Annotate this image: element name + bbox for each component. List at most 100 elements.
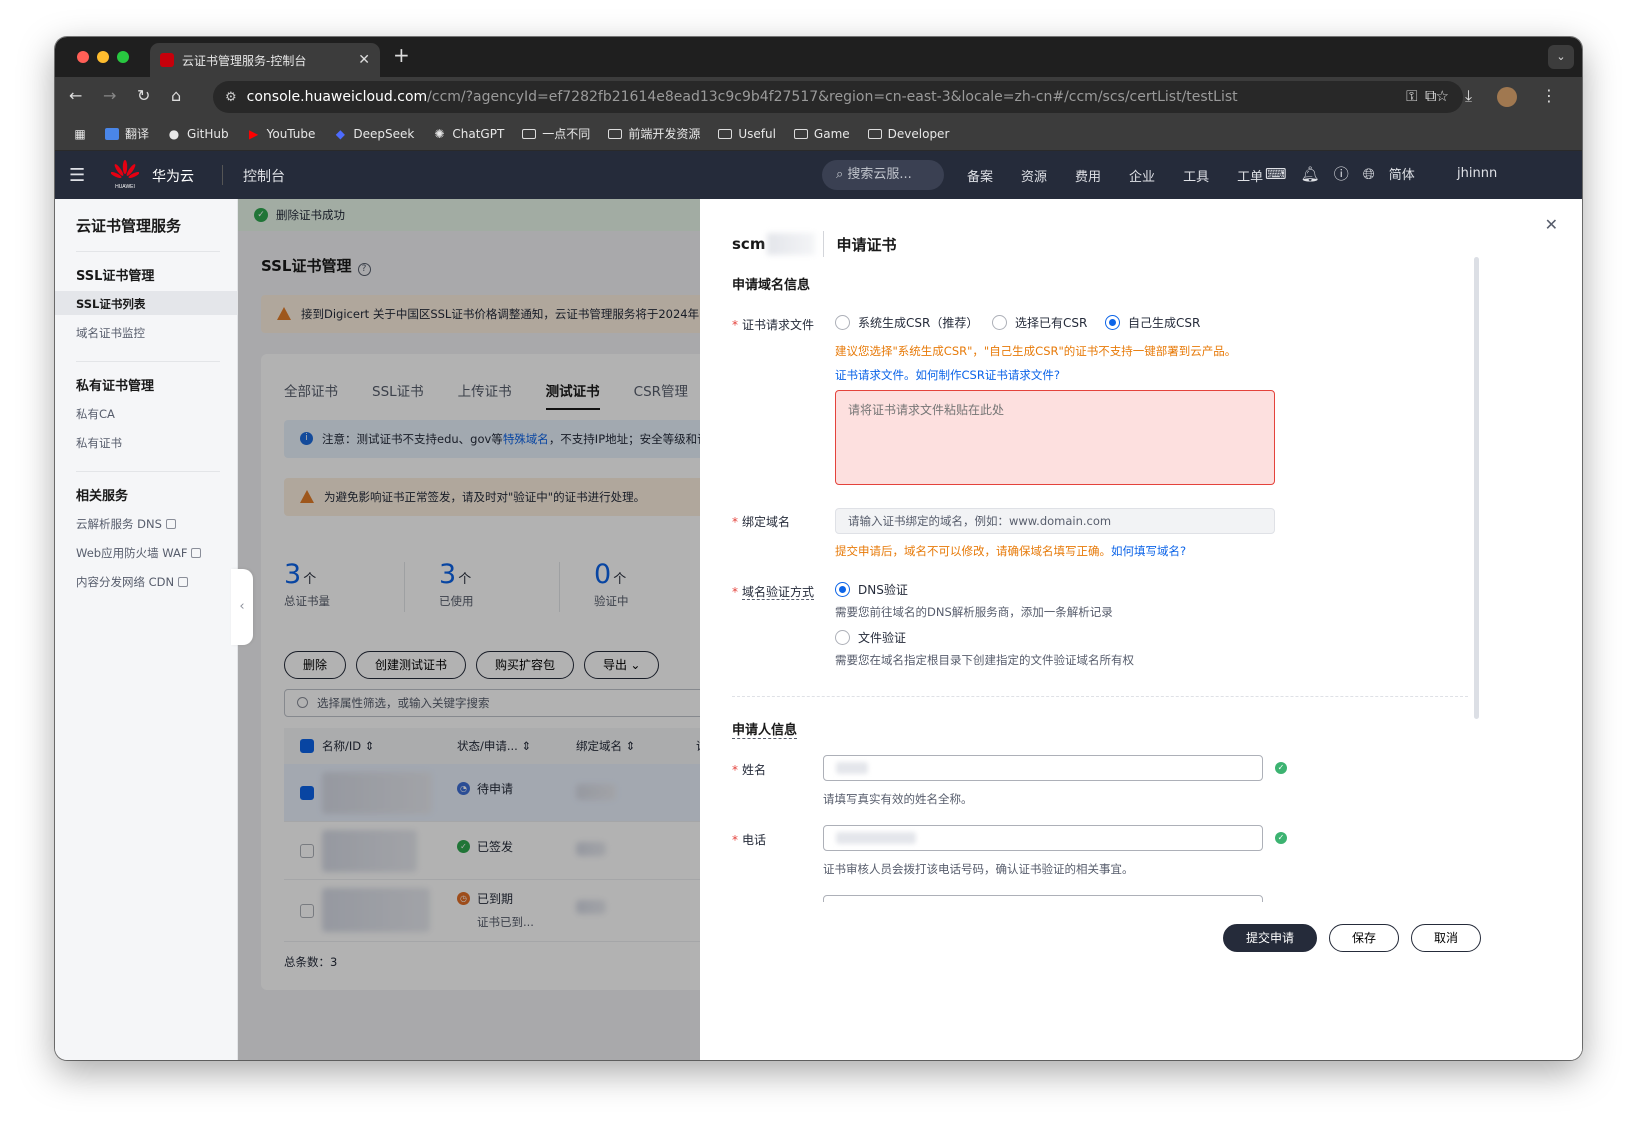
sidebar-item-domain-monitor[interactable]: 域名证书监控 (76, 325, 145, 341)
bookmark-folder[interactable]: Game (793, 127, 850, 141)
sidebar-item-ssl-list[interactable]: SSL证书列表 (76, 296, 145, 312)
bell-icon[interactable]: 🔔︎ (1301, 165, 1320, 183)
valid-check-icon: ✓ (1275, 762, 1287, 774)
bookmark-folder[interactable]: Useful (718, 127, 776, 141)
csr-label: * 证书请求文件 (732, 318, 815, 332)
save-button[interactable]: 保存 (1329, 924, 1399, 952)
menu-icon[interactable]: ☰ (69, 165, 85, 186)
console-link[interactable]: 控制台 (243, 166, 285, 186)
phone-input[interactable] (823, 825, 1263, 851)
bookmark-chatgpt[interactable]: ✺ ChatGPT (432, 127, 504, 141)
window-controls (77, 51, 129, 63)
radio-own-csr[interactable]: 自己生成CSR (1105, 314, 1200, 331)
sidebar-item-private-cert[interactable]: 私有证书 (76, 435, 122, 451)
browser-menu-icon[interactable]: ⋮ (1541, 86, 1557, 105)
sidebar-item-waf[interactable]: Web应用防火墙 WAF (76, 545, 202, 561)
sidebar-group-private[interactable]: 私有证书管理 (76, 375, 154, 394)
blurred-cert-name (767, 233, 816, 255)
file-verify-hint: 需要您在域名指定根目录下创建指定的文件验证域名所有权 (835, 653, 1134, 667)
nav-tools[interactable]: 工具 (1183, 166, 1209, 185)
site-settings-icon[interactable]: ⚙ (225, 90, 237, 105)
key-icon[interactable]: ⚿ (1406, 87, 1417, 105)
sidebar-title: 云证书管理服务 (76, 217, 182, 235)
drawer-footer: 提交申请 保存 取消 (700, 902, 1582, 1060)
radio-system-csr[interactable]: 系统生成CSR（推荐） (835, 314, 978, 331)
nav-filing[interactable]: 备案 (967, 166, 993, 185)
phone-label: * 电话 (732, 833, 767, 847)
new-tab-icon[interactable]: + (393, 43, 410, 67)
sidebar-collapse-handle[interactable]: ‹ (231, 569, 253, 645)
folder-icon (522, 128, 537, 139)
apps-icon[interactable]: ▦ (73, 128, 87, 140)
section-applicant-info: 申请人信息 (732, 723, 798, 739)
browser-toolbar: ← → ↻ ⌂ ⚙ console.huaweicloud.com /ccm/?… (55, 77, 1582, 117)
tab-search-icon[interactable]: ⌄ (1548, 45, 1574, 69)
bookmark-star-icon[interactable]: ☆ (1436, 87, 1449, 105)
bookmark-translate[interactable]: 翻译 (105, 125, 149, 142)
radio-file-verify[interactable]: 文件验证 (835, 629, 906, 646)
logo-text: HUAWEI (115, 184, 135, 190)
domain-help-link[interactable]: 如何填写域名? (1111, 544, 1186, 558)
url-path: /ccm/?agencyId=ef7282fb21614e8ead13c9c9b… (427, 89, 1238, 105)
cancel-button[interactable]: 取消 (1411, 924, 1481, 952)
nav-resources[interactable]: 资源 (1021, 166, 1047, 185)
extensions-icon[interactable]: ⧉ (1425, 86, 1436, 106)
csr-textarea[interactable] (835, 390, 1275, 485)
language-switch[interactable]: 简体 (1389, 164, 1415, 183)
forward-icon[interactable]: → (103, 86, 116, 105)
blurred-value (836, 762, 868, 774)
address-bar[interactable]: ⚙ console.huaweicloud.com /ccm/?agencyId… (213, 81, 1463, 113)
minimize-window-button[interactable] (97, 51, 109, 63)
name-label: * 姓名 (732, 763, 767, 777)
bookmark-folder[interactable]: Developer (867, 127, 949, 141)
github-icon: ● (168, 126, 180, 141)
back-icon[interactable]: ← (69, 86, 82, 105)
drawer-scrollbar[interactable] (1474, 257, 1479, 719)
radio-existing-csr[interactable]: 选择已有CSR (992, 314, 1087, 331)
verify-label: * 域名验证方式 (732, 585, 815, 600)
zoom-window-button[interactable] (117, 51, 129, 63)
sidebar-item-cdn[interactable]: 内容分发网络 CDN (76, 574, 189, 590)
header-search[interactable]: ⌕ 搜索云服... (822, 160, 944, 190)
youtube-icon: ▶ (248, 126, 259, 141)
bookmark-github[interactable]: ● GitHub (167, 127, 229, 141)
help-icon[interactable]: ⓘ (1334, 163, 1349, 184)
sidebar-group-ssl[interactable]: SSL证书管理 (76, 265, 154, 284)
csr-warning: 建议您选择"系统生成CSR"，"自己生成CSR"的证书不支持一键部署到云产品。 (835, 344, 1237, 358)
close-window-button[interactable] (77, 51, 89, 63)
sidebar-group-related[interactable]: 相关服务 (76, 485, 128, 504)
user-name[interactable]: jhinnn (1457, 166, 1497, 181)
sidebar-item-dns[interactable]: 云解析服务 DNS (76, 516, 176, 532)
bookmarks-bar: ▦ 翻译 ● GitHub ▶ YouTube ◆ DeepSeek ✺ ChatGPT… (55, 117, 1582, 151)
bookmark-deepseek[interactable]: ◆ DeepSeek (333, 127, 415, 141)
globe-icon[interactable]: 🌐︎ (1363, 165, 1375, 183)
download-icon[interactable]: ⤓ (1465, 86, 1472, 106)
browser-window: 云证书管理服务-控制台 ✕ + ⌄ ← → ↻ ⌂ ⚙ console.huaw… (55, 37, 1582, 1060)
profile-avatar[interactable] (1497, 87, 1517, 107)
csr-help-link[interactable]: 证书请求文件。如何制作CSR证书请求文件? (835, 367, 1060, 383)
radio-dns-verify[interactable]: DNS验证 (835, 581, 908, 598)
reload-icon[interactable]: ↻ (137, 86, 150, 105)
sidebar-item-private-ca[interactable]: 私有CA (76, 406, 115, 422)
drawer-title: scm 申请证书 (732, 231, 896, 257)
submit-button[interactable]: 提交申请 (1223, 924, 1317, 952)
apply-cert-drawer: ✕ scm 申请证书 申请域名信息 * 证书请求文件 系统生成CSR（推荐） 选择已… (700, 199, 1582, 1060)
tab-bar: 云证书管理服务-控制台 ✕ + ⌄ (55, 37, 1582, 77)
nav-billing[interactable]: 费用 (1075, 166, 1101, 185)
domain-input[interactable]: 请输入证书绑定的域名，例如：www.domain.com (835, 508, 1275, 534)
home-icon[interactable]: ⌂ (171, 86, 181, 105)
bookmark-folder[interactable]: 一点不同 (522, 125, 590, 142)
name-hint: 请填写真实有效的姓名全称。 (823, 792, 973, 806)
huawei-logo-icon[interactable]: HUAWEI (111, 160, 139, 190)
close-icon[interactable]: ✕ (1545, 215, 1558, 234)
tab-close-icon[interactable]: ✕ (358, 52, 370, 68)
nav-tickets[interactable]: 工单 (1237, 166, 1263, 185)
name-input[interactable] (823, 755, 1263, 781)
bookmark-folder[interactable]: 前端开发资源 (608, 125, 700, 142)
browser-tab[interactable]: 云证书管理服务-控制台 ✕ (150, 43, 380, 77)
nav-enterprise[interactable]: 企业 (1129, 166, 1155, 185)
folder-icon (867, 128, 882, 139)
domain-label: * 绑定域名 (732, 515, 791, 529)
terminal-icon[interactable]: ⌨ (1265, 165, 1287, 183)
bookmark-youtube[interactable]: ▶ YouTube (247, 126, 315, 141)
